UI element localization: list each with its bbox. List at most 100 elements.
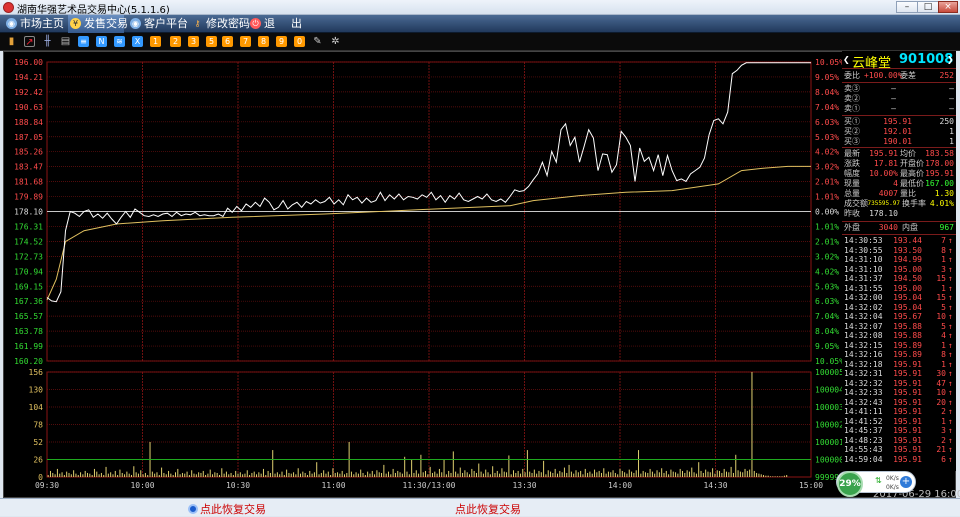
quote-cell: ↑ — [948, 331, 953, 340]
quote-cell: ↑ — [948, 416, 953, 426]
quote-cell: 195.88 — [893, 321, 922, 331]
quote-cell: 967 — [939, 223, 954, 232]
time-tick-label: 11:30/13:00 — [403, 481, 456, 490]
quote-cell: 3040 — [878, 223, 898, 232]
trade-tick-row: 14:45:37 195.91 3 ↑ — [842, 426, 956, 436]
prev-stock-icon[interactable]: ❮ — [843, 53, 850, 66]
quote-cell: 开盘价 — [900, 159, 924, 168]
quote-cell: 178.00 — [925, 159, 954, 168]
title-bar: 湖南华强艺术品交易中心(5.1.1.6) – □ × — [0, 0, 960, 16]
restore-trade-link-2[interactable]: 点此恢复交易 — [455, 501, 521, 517]
f1-icon[interactable]: 1 — [150, 36, 161, 47]
pct-tick-label: 1.01% — [815, 222, 839, 231]
panel-divider — [842, 115, 956, 116]
quote-cell: 8 — [941, 245, 946, 255]
quote-cell: 14:30:55 — [844, 245, 883, 255]
volume-right-tick-label: 100002 — [815, 421, 844, 430]
quote-cell: 195.91 — [893, 454, 922, 464]
price-tick-label: 172.73 — [14, 252, 43, 261]
price-tick-label: 160.20 — [14, 357, 43, 366]
volume-right-tick-label: 100001 — [815, 438, 844, 447]
volume-tick-label: 52 — [33, 438, 43, 447]
quote-cell: 幅度 — [844, 169, 860, 178]
restore-trade-link[interactable]: 点此恢复交易 — [188, 501, 266, 517]
list-icon[interactable]: ≡ — [78, 36, 89, 47]
menu-change-password[interactable]: ⚷ 修改密码 — [190, 15, 250, 33]
quote-cell: 195.00 — [893, 283, 922, 293]
quote-cell: 735595.97 — [867, 200, 900, 207]
chart-up-icon[interactable]: ≋ — [114, 36, 125, 47]
f2-icon[interactable]: 2 — [170, 36, 181, 47]
menu-market-home[interactable]: ◉ 市场主页 — [4, 15, 64, 33]
stat-row: 最新 195.91 均价 183.58 — [842, 149, 956, 159]
usage-gauge: 29% — [837, 471, 863, 497]
quote-cell: ↑ — [948, 397, 953, 407]
pen-icon[interactable]: ✎ — [312, 36, 323, 47]
quote-cell: 3 — [941, 426, 946, 435]
menu-sale-trade[interactable]: ¥ 发售交易 — [68, 15, 128, 33]
f3-icon[interactable]: 3 — [188, 36, 199, 47]
quote-cell: 15 — [936, 293, 946, 302]
stat-row: 涨跌 17.81 开盘价 178.00 — [842, 159, 956, 169]
quote-cell: 195.91 — [893, 369, 922, 378]
f6-icon[interactable]: 6 — [222, 36, 233, 47]
f9-icon[interactable]: 9 — [276, 36, 287, 47]
quote-cell: 4007 — [878, 189, 898, 198]
maximize-button[interactable]: □ — [917, 1, 939, 13]
quote-cell: 14:31:10 — [844, 255, 883, 264]
plus-icon[interactable]: + — [900, 476, 912, 488]
price-tick-label: 170.94 — [14, 267, 43, 276]
pct-tick-label: 7.04% — [815, 103, 839, 112]
quote-cell: ↑ — [948, 293, 953, 302]
stat-row: 总量 4007 量比 1.30 — [842, 189, 956, 199]
quote-cell: 14:31:37 — [844, 274, 883, 283]
price-tick-label: 185.26 — [14, 148, 43, 157]
trade-tick-row: 14:32:00 195.04 15 ↑ — [842, 293, 956, 303]
gear-icon[interactable]: ✲ — [330, 36, 341, 47]
n-icon[interactable]: N — [96, 36, 107, 47]
key-icon: ⚷ — [194, 19, 201, 28]
pct-tick-label: 9.05% — [815, 342, 839, 351]
quote-cell: 1 — [941, 359, 946, 369]
pct-tick-label: 8.04% — [815, 327, 839, 336]
quote-cell: 14:32:02 — [844, 302, 883, 312]
sell-level-row: 卖③ — — — [842, 84, 956, 94]
stock-name: 云峰堂 — [852, 56, 892, 71]
f10-icon[interactable]: 0 — [294, 36, 305, 47]
menu-exit[interactable]: ⏻ 退 出 — [248, 15, 308, 33]
quote-cell: 178.10 — [869, 209, 898, 218]
quote-cell: 14:41:52 — [844, 416, 883, 426]
pct-tick-label: 5.03% — [815, 282, 839, 291]
menu-client-platform[interactable]: ◉ 客户平台 — [128, 15, 188, 33]
quote-cell: 均价 — [900, 149, 916, 158]
f7-icon[interactable]: 7 — [240, 36, 251, 47]
f5-icon[interactable]: 5 — [206, 36, 217, 47]
kline-icon[interactable]: ╫ — [42, 36, 53, 47]
price-tick-label: 188.84 — [14, 118, 43, 127]
quote-cell: — — [891, 94, 896, 103]
exit-icon: ⏻ — [250, 18, 261, 29]
quote-cell: 195.91 — [893, 388, 922, 397]
quote-cell: 5 — [941, 321, 946, 331]
line-chart-icon[interactable]: ↗ — [24, 36, 35, 48]
x-icon[interactable]: X — [132, 36, 143, 47]
bar-chart-icon[interactable]: ▮ — [6, 36, 17, 47]
quote-cell: 194.99 — [893, 255, 922, 264]
trade-tick-row: 14:32:32 195.91 47 ↑ — [842, 379, 956, 389]
quote-cell: 14:32:33 — [844, 388, 883, 397]
time-tick-label: 09:30 — [35, 481, 59, 490]
minimize-button[interactable]: – — [896, 1, 918, 13]
network-monitor[interactable]: 29% ⇅ 0K/s 0K/s + — [836, 471, 916, 497]
quote-cell: 8 — [941, 350, 946, 359]
quote-cell: ↑ — [948, 388, 953, 397]
trade-tick-row: 14:41:11 195.91 2 ↑ — [842, 407, 956, 417]
trade-tick-row: 14:32:08 195.88 4 ↑ — [842, 331, 956, 341]
quote-cell: 183.58 — [925, 149, 954, 158]
calendar-icon[interactable]: ▤ — [60, 36, 71, 47]
next-stock-icon[interactable]: ❯ — [947, 53, 954, 66]
close-button[interactable]: × — [938, 1, 958, 13]
quote-cell: ↑ — [948, 378, 953, 388]
quote-cell: 1 — [949, 137, 954, 146]
f8-icon[interactable]: 8 — [258, 36, 269, 47]
quote-cell: — — [949, 94, 954, 103]
